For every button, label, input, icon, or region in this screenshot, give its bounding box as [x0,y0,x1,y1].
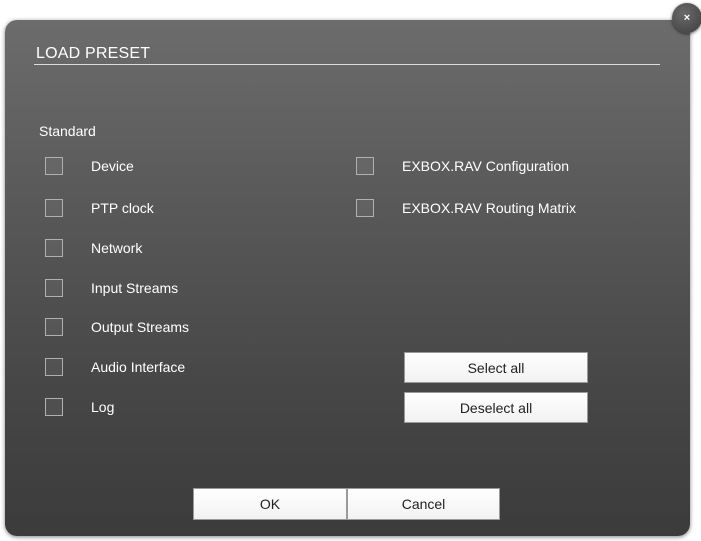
option-label: Device [91,158,134,174]
checkbox-exbox-rav-configuration[interactable] [356,157,374,175]
dialog-title: LOAD PRESET [36,45,151,62]
option-label: Log [91,399,115,415]
checkbox-audio-interface[interactable] [45,358,63,376]
option-log[interactable]: Log [45,398,114,416]
deselect-all-button[interactable]: Deselect all [404,392,588,423]
checkbox-output-streams[interactable] [45,318,63,336]
option-label: PTP clock [91,200,154,216]
checkbox-exbox-rav-routing-matrix[interactable] [356,199,374,217]
option-exbox-rav-configuration[interactable]: EXBOX.RAV Configuration [356,157,569,175]
option-ptp-clock[interactable]: PTP clock [45,199,154,217]
option-device[interactable]: Device [45,157,134,175]
option-audio-interface[interactable]: Audio Interface [45,358,185,376]
option-input-streams[interactable]: Input Streams [45,279,178,297]
checkbox-log[interactable] [45,398,63,416]
close-icon: × [683,12,691,24]
option-label: Audio Interface [91,359,186,375]
option-label: Output Streams [91,319,190,335]
option-label: Input Streams [91,280,179,296]
select-all-button[interactable]: Select all [404,352,588,383]
option-network[interactable]: Network [45,239,142,257]
title-divider [34,64,660,65]
checkbox-device[interactable] [45,157,63,175]
option-label: EXBOX.RAV Configuration [402,158,570,174]
cancel-button[interactable]: Cancel [347,488,500,520]
option-output-streams[interactable]: Output Streams [45,318,189,336]
close-button[interactable]: × [672,3,701,33]
option-exbox-rav-routing-matrix[interactable]: EXBOX.RAV Routing Matrix [356,199,576,217]
ok-button[interactable]: OK [193,488,347,520]
section-label-standard: Standard [39,123,96,139]
checkbox-network[interactable] [45,239,63,257]
option-label: Network [91,240,143,256]
checkbox-input-streams[interactable] [45,279,63,297]
option-label: EXBOX.RAV Routing Matrix [402,200,577,216]
checkbox-ptp-clock[interactable] [45,199,63,217]
load-preset-dialog [5,20,690,536]
